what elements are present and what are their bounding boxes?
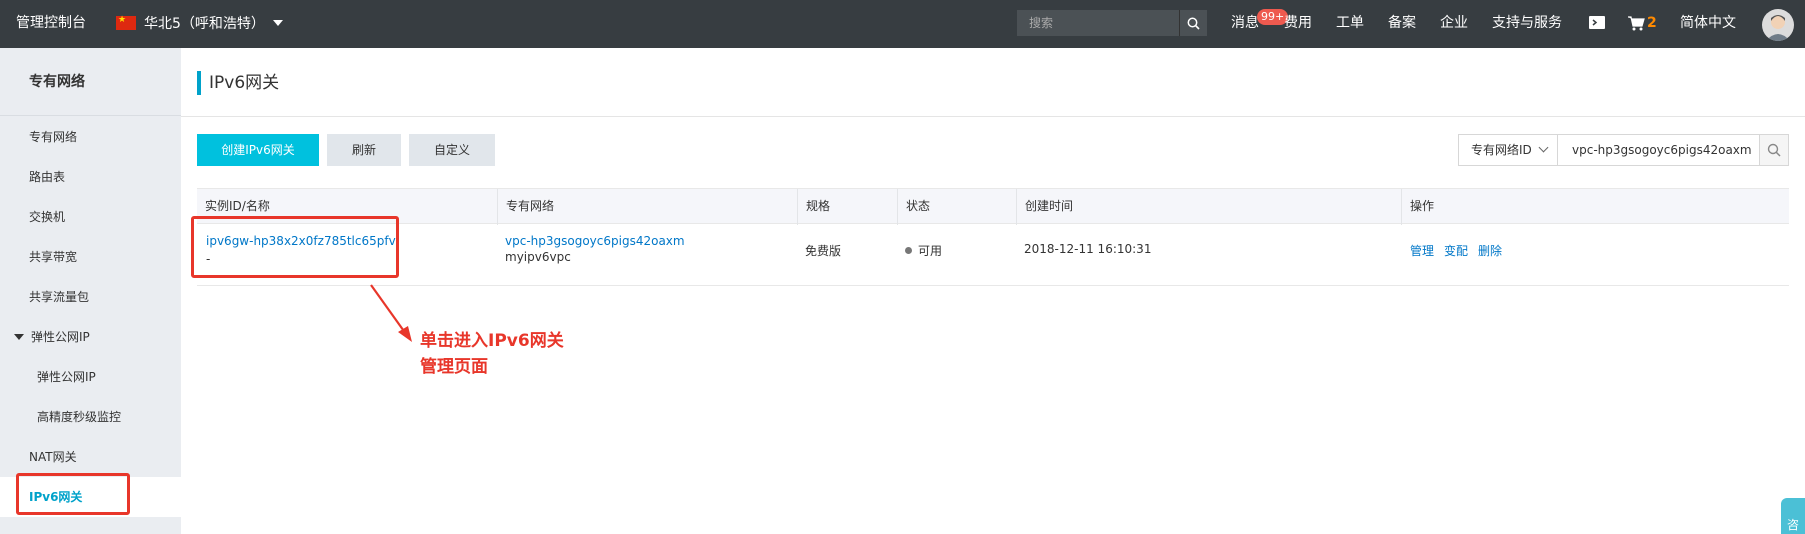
- cart-count: 2: [1647, 15, 1657, 31]
- column-header-spec: 规格: [797, 189, 897, 225]
- sidebar-item-vpc[interactable]: 专有网络: [0, 117, 181, 157]
- sidebar-group-eip[interactable]: 弹性公网IP: [0, 317, 181, 357]
- sidebar-item-shared-bandwidth[interactable]: 共享带宽: [0, 237, 181, 277]
- tickets-link[interactable]: 工单: [1336, 0, 1364, 46]
- filter-search-button[interactable]: [1759, 134, 1789, 166]
- created-time: 2018-12-11 16:10:31: [1024, 242, 1152, 256]
- sidebar-item-vswitch[interactable]: 交换机: [0, 197, 181, 237]
- vpc-id-link[interactable]: vpc-hp3gsogoyc6pigs42oaxm: [505, 234, 685, 248]
- cart-link[interactable]: 2: [1628, 0, 1657, 46]
- sidebar-item-monitoring[interactable]: 高精度秒级监控: [0, 397, 181, 437]
- sidebar-item-label: 高精度秒级监控: [37, 410, 122, 424]
- sidebar-item-label: 共享流量包: [29, 290, 90, 304]
- table-row: ipv6gw-hp38x2x0fz785tlc65pfv - vpc-hp3gs…: [197, 224, 1789, 286]
- cloud-shell-icon[interactable]: [1589, 16, 1605, 30]
- console-home-link[interactable]: 管理控制台: [16, 0, 86, 46]
- ipv6-gateway-table: 实例ID/名称 专有网络 规格 状态 创建时间 操作 ipv6gw-hp38x2…: [197, 188, 1789, 288]
- modify-spec-link[interactable]: 变配: [1444, 244, 1468, 258]
- search-button[interactable]: [1179, 10, 1207, 36]
- global-search: [1017, 10, 1207, 36]
- user-avatar[interactable]: [1762, 9, 1794, 41]
- column-header-status: 状态: [897, 189, 1016, 225]
- status-badge: 可用: [905, 242, 942, 259]
- header-divider: [181, 116, 1805, 117]
- sidebar-title: 专有网络: [0, 48, 181, 116]
- consult-float-button[interactable]: 咨: [1781, 498, 1805, 534]
- top-navbar: 管理控制台 华北5（呼和浩特） 消息 99+ 费用 工单 备案 企业 支持与服务…: [0, 0, 1805, 48]
- caret-down-icon: [14, 334, 24, 340]
- sidebar-item-eip[interactable]: 弹性公网IP: [0, 357, 181, 397]
- enterprise-link[interactable]: 企业: [1440, 0, 1468, 46]
- annotation-box-instance: [191, 216, 399, 278]
- global-search-input[interactable]: [1017, 10, 1179, 36]
- table-header: 实例ID/名称 专有网络 规格 状态 创建时间 操作: [197, 188, 1789, 225]
- sidebar-item-label: 弹性公网IP: [31, 330, 90, 344]
- chevron-down-icon: [272, 20, 283, 26]
- region-selector[interactable]: 华北5（呼和浩特）: [116, 0, 283, 46]
- annotation-text: 单击进入IPv6网关 管理页面: [420, 328, 564, 380]
- cart-icon: [1628, 15, 1645, 30]
- sidebar-item-label: NAT网关: [29, 450, 77, 464]
- sidebar-item-label: 共享带宽: [29, 250, 78, 264]
- filter-field-label: 专有网络ID: [1471, 143, 1532, 157]
- filter-value-input[interactable]: vpc-hp3gsogoyc6pigs42oaxm: [1557, 134, 1760, 166]
- sidebar-item-label: 路由表: [29, 170, 66, 184]
- annotation-line-2: 管理页面: [420, 357, 488, 377]
- sidebar-item-nat-gateway[interactable]: NAT网关: [0, 437, 181, 477]
- sidebar-item-label: 交换机: [29, 210, 66, 224]
- annotation-line-1: 单击进入IPv6网关: [420, 331, 564, 351]
- billing-link[interactable]: 费用: [1284, 0, 1312, 46]
- annotation-arrow-icon: [370, 284, 412, 342]
- search-icon: [1187, 17, 1200, 30]
- sidebar-item-data-transfer-plan[interactable]: 共享流量包: [0, 277, 181, 317]
- create-ipv6-gateway-button[interactable]: 创建IPv6网关: [197, 134, 319, 166]
- messages-link[interactable]: 消息: [1231, 0, 1259, 46]
- refresh-button[interactable]: 刷新: [327, 134, 401, 166]
- manage-link[interactable]: 管理: [1410, 244, 1434, 258]
- page-title: IPv6网关: [197, 71, 279, 95]
- china-flag-icon: [116, 15, 136, 30]
- column-header-created: 创建时间: [1016, 189, 1401, 225]
- vpc-name: myipv6vpc: [505, 250, 571, 264]
- sidebar-item-label: 弹性公网IP: [37, 370, 96, 384]
- icp-link[interactable]: 备案: [1388, 0, 1416, 46]
- annotation-box-sidebar: [16, 473, 130, 515]
- search-icon: [1767, 143, 1781, 157]
- chevron-down-icon: [1538, 142, 1549, 153]
- sidebar: 专有网络 专有网络 路由表 交换机 共享带宽 共享流量包 弹性公网IP 弹性公网…: [0, 48, 181, 534]
- row-actions: 管理 变配 删除: [1410, 242, 1512, 259]
- sidebar-item-route-table[interactable]: 路由表: [0, 157, 181, 197]
- language-selector[interactable]: 简体中文: [1680, 0, 1736, 46]
- sidebar-item-label: 专有网络: [29, 130, 78, 144]
- status-dot-icon: [905, 247, 912, 254]
- filter-field-select[interactable]: 专有网络ID: [1458, 134, 1558, 166]
- customize-button[interactable]: 自定义: [409, 134, 495, 166]
- status-text: 可用: [918, 244, 943, 258]
- column-header-actions: 操作: [1401, 189, 1789, 225]
- column-header-vpc: 专有网络: [497, 189, 797, 225]
- spec-value: 免费版: [805, 244, 842, 258]
- delete-link[interactable]: 删除: [1478, 244, 1502, 258]
- region-label: 华北5（呼和浩特）: [144, 16, 265, 32]
- support-link[interactable]: 支持与服务: [1492, 0, 1562, 46]
